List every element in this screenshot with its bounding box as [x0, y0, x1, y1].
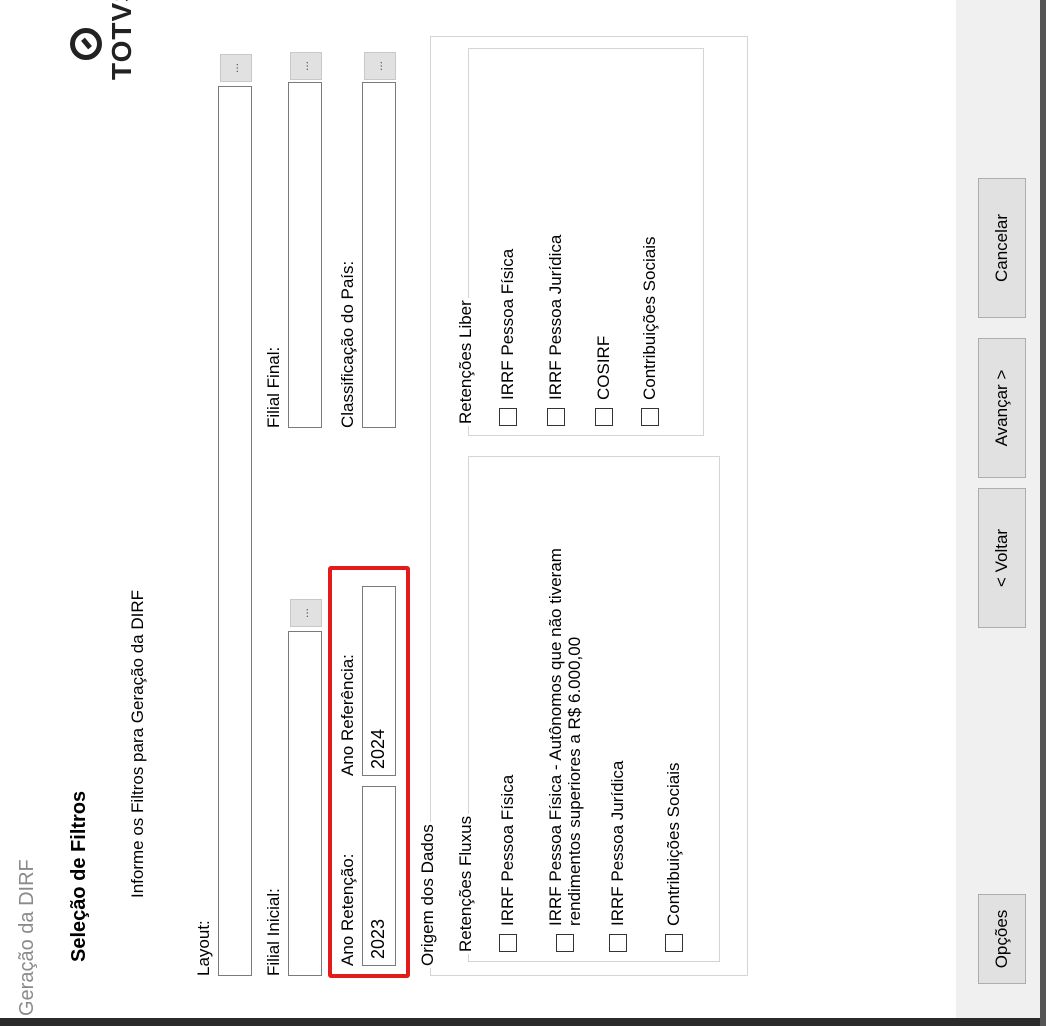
ano-referencia-label: Ano Referência:	[338, 654, 357, 776]
fluxus-irrf-pj-checkbox[interactable]	[608, 934, 627, 952]
liber-irrf-pj-row[interactable]: IRRF Pessoa Jurídica	[546, 235, 565, 426]
dirf-wizard-window: Geração da DIRF Seleção de Filtros Infor…	[0, 0, 1040, 1018]
liber-contrib-sociais-row[interactable]: Contribuições Sociais	[640, 237, 659, 426]
page-subtitle: Informe os Filtros para Geração da DIRF	[128, 589, 147, 898]
filial-inicial-label: Filial Inicial:	[264, 888, 283, 976]
fluxus-irrf-autonomos-label: IRRF Pessoa Física - Autônomos que não t…	[546, 548, 584, 926]
fluxus-irrf-pj-label: IRRF Pessoa Jurídica	[608, 760, 627, 926]
filial-inicial-field[interactable]	[288, 631, 322, 976]
logo-text: TOTVS	[106, 0, 137, 80]
layout-field[interactable]	[218, 86, 252, 976]
rotated-stage: Geração da DIRF Seleção de Filtros Infor…	[0, 0, 1046, 1026]
cancel-button[interactable]: Cancelar	[978, 178, 1026, 318]
fluxus-irrf-pf-row[interactable]: IRRF Pessoa Física	[498, 775, 517, 952]
fluxus-irrf-autonomos-checkbox[interactable]	[556, 934, 574, 952]
classificacao-pais-field[interactable]	[362, 82, 396, 428]
filial-final-label: Filial Final:	[264, 346, 283, 428]
liber-cosirf-row[interactable]: COSIRF	[594, 336, 613, 426]
liber-irrf-pf-checkbox[interactable]	[498, 408, 517, 426]
title-bar: Geração da DIRF	[0, 0, 54, 1018]
classificacao-pais-lookup-button[interactable]: ...	[364, 52, 396, 80]
fluxus-irrf-pf-label: IRRF Pessoa Física	[498, 774, 517, 926]
fluxus-contrib-sociais-checkbox[interactable]	[664, 934, 683, 952]
filial-final-lookup-button[interactable]: ...	[290, 52, 322, 80]
ano-retencao-field[interactable]: 2023	[362, 786, 396, 966]
liber-contrib-sociais-checkbox[interactable]	[640, 408, 659, 426]
screen-edge	[1040, 0, 1046, 1026]
back-button[interactable]: < Voltar	[978, 488, 1026, 628]
liber-contrib-sociais-label: Contribuições Sociais	[640, 236, 659, 400]
fluxus-irrf-pf-checkbox[interactable]	[498, 934, 517, 952]
next-button[interactable]: Avançar >	[978, 338, 1026, 478]
liber-group-title: Retenções Liber	[456, 298, 476, 426]
layout-label: Layout:	[194, 920, 213, 976]
liber-cosirf-checkbox[interactable]	[594, 408, 613, 426]
options-button[interactable]: Opções	[978, 894, 1026, 984]
window-title: Geração da DIRF	[16, 859, 38, 1016]
filial-final-field[interactable]	[288, 82, 322, 428]
filial-inicial-lookup-button[interactable]: ...	[290, 599, 322, 627]
fluxus-contrib-sociais-row[interactable]: Contribuições Sociais	[664, 763, 683, 952]
fluxus-irrf-autonomos-row[interactable]: IRRF Pessoa Física - Autônomos que não t…	[546, 548, 584, 952]
totvs-logo-icon	[70, 28, 102, 60]
liber-cosirf-label: COSIRF	[594, 335, 613, 400]
totvs-logo: TOTVS	[70, 0, 150, 80]
fluxus-irrf-pj-row[interactable]: IRRF Pessoa Jurídica	[608, 761, 627, 952]
fluxus-contrib-sociais-label: Contribuições Sociais	[664, 762, 683, 926]
fluxus-group-title: Retenções Fluxus	[456, 813, 476, 954]
fluxus-irrf-autonomos-line2: rendimentos superiores a R$ 6.000,00	[565, 636, 584, 926]
fluxus-irrf-autonomos-line1: IRRF Pessoa Física - Autônomos que não t…	[546, 548, 565, 926]
page-title: Seleção de Filtros	[68, 790, 90, 962]
ano-referencia-field[interactable]: 2024	[362, 586, 396, 776]
liber-irrf-pf-label: IRRF Pessoa Física	[498, 248, 517, 400]
origem-group-title: Origem dos Dados	[418, 822, 438, 968]
liber-irrf-pf-row[interactable]: IRRF Pessoa Física	[498, 249, 517, 426]
layout-lookup-button[interactable]: ...	[220, 54, 252, 82]
classificacao-pais-label: Classificação do País:	[338, 260, 357, 428]
liber-irrf-pj-label: IRRF Pessoa Jurídica	[546, 234, 565, 400]
liber-irrf-pj-checkbox[interactable]	[546, 408, 565, 426]
ano-retencao-label: Ano Retenção:	[338, 853, 357, 966]
